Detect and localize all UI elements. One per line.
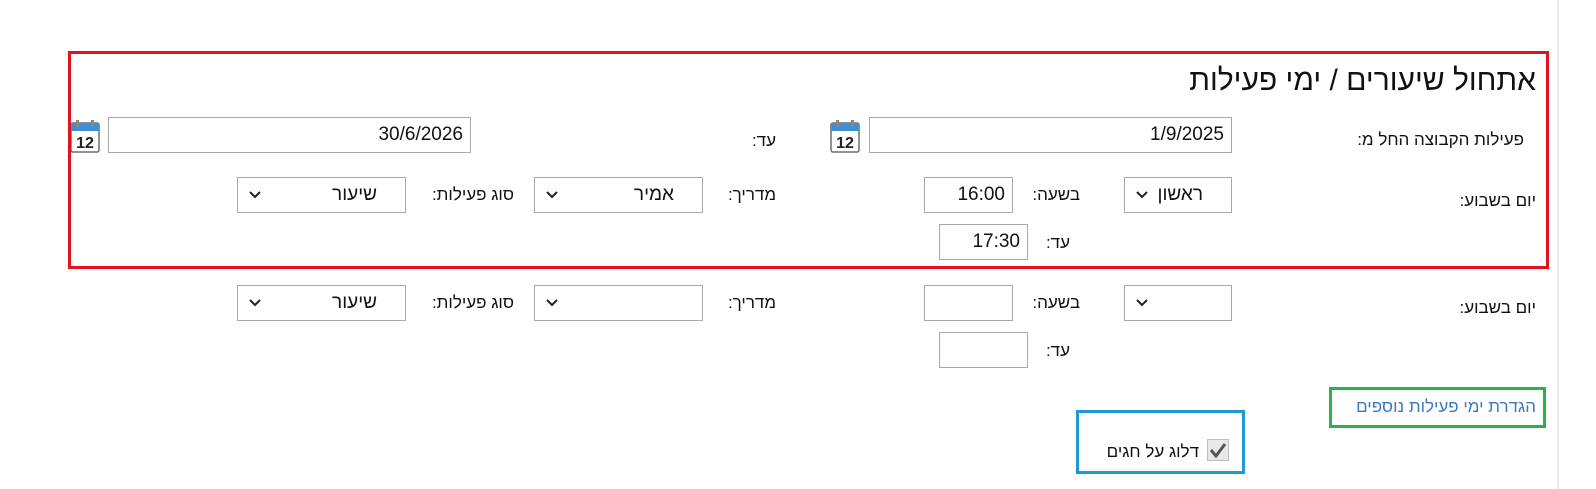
activity-type-label: סוג פעילות: [431, 293, 514, 312]
instructor-select[interactable] [534, 285, 703, 321]
chevron-down-icon [1136, 299, 1148, 307]
weekday-label: יום בשבוע: [1459, 298, 1536, 317]
instructor-label: מדריך: [727, 293, 776, 312]
weekday-select[interactable] [1124, 285, 1232, 321]
highlight-box-blue [1076, 410, 1245, 474]
until-label: עד: [1045, 341, 1070, 360]
highlight-box-green [1329, 387, 1546, 428]
chevron-down-icon [249, 299, 261, 307]
time-label: בשעה: [1032, 293, 1080, 312]
page-edge-divider [1557, 0, 1559, 489]
time-input[interactable] [924, 285, 1013, 321]
until-time-input[interactable] [939, 332, 1028, 368]
chevron-down-icon [546, 299, 558, 307]
highlight-box-red [68, 51, 1549, 269]
activity-type-value: שיעור [332, 292, 377, 313]
activity-type-select[interactable]: שיעור [237, 285, 406, 321]
